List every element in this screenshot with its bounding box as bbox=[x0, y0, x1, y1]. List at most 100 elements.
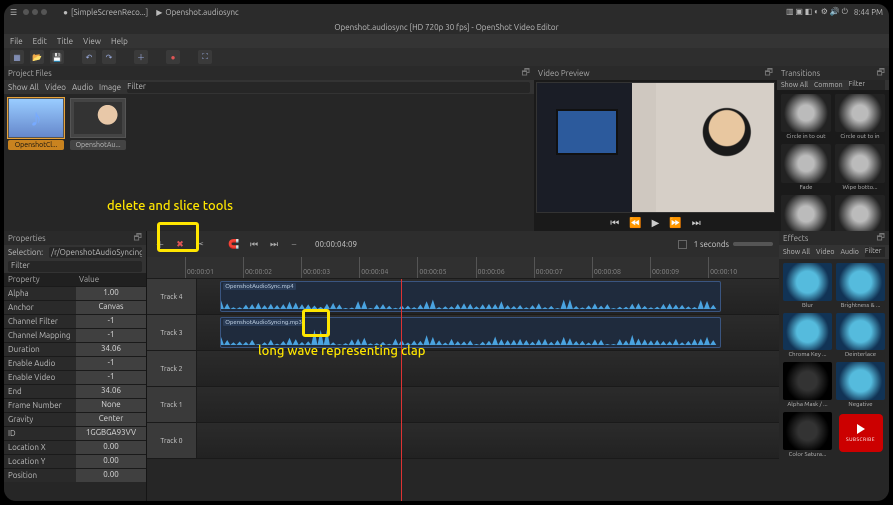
property-row[interactable]: Duration34.06 bbox=[4, 342, 146, 356]
timeline-track[interactable]: Track 0 bbox=[147, 423, 779, 459]
menu-edit[interactable]: Edit bbox=[33, 37, 47, 46]
property-row[interactable]: Position0.00 bbox=[4, 468, 146, 482]
snap-icon[interactable]: 🧲 bbox=[227, 237, 241, 251]
property-row[interactable]: AnchorCanvas bbox=[4, 300, 146, 314]
track-header[interactable]: Track 0 bbox=[147, 423, 197, 458]
panel-expand-icon[interactable]: 🗗 bbox=[877, 230, 885, 246]
filter-video[interactable]: Video bbox=[45, 83, 66, 92]
rewind-icon[interactable]: ⏪ bbox=[629, 217, 641, 229]
export-icon[interactable]: ● bbox=[166, 50, 180, 64]
property-row[interactable]: Location X0.00 bbox=[4, 440, 146, 454]
fx-audio[interactable]: Audio bbox=[840, 248, 858, 256]
undo-icon[interactable]: ↶ bbox=[82, 50, 96, 64]
property-row[interactable]: Alpha1.00 bbox=[4, 286, 146, 300]
property-row[interactable]: Channel Filter-1 bbox=[4, 314, 146, 328]
property-row[interactable]: End34.06 bbox=[4, 384, 146, 398]
transition-item[interactable]: Fade bbox=[781, 144, 831, 190]
filter-image[interactable]: Image bbox=[99, 83, 121, 92]
project-file-video[interactable]: OpenshotAu... bbox=[70, 98, 126, 150]
effect-item[interactable]: Negative bbox=[836, 362, 885, 408]
next-marker-icon[interactable]: ⏭ bbox=[267, 237, 281, 251]
redo-icon[interactable]: ↷ bbox=[102, 50, 116, 64]
filter-showall[interactable]: Show All bbox=[8, 83, 39, 92]
menu-file[interactable]: File bbox=[10, 37, 23, 46]
effect-item[interactable]: Deinterlace bbox=[836, 313, 885, 359]
timeline-track[interactable]: Track 1 bbox=[147, 387, 779, 423]
timeline-track[interactable]: Track 4 OpenshotAudioSync.mp4 bbox=[147, 279, 779, 315]
trans-showall[interactable]: Show All bbox=[781, 81, 808, 89]
track-header[interactable]: Track 1 bbox=[147, 387, 197, 422]
tray-icons[interactable]: ▥ ▣ ◧ ◐ ⚙ 🔊 ⏻ bbox=[786, 7, 848, 17]
filter-audio[interactable]: Audio bbox=[72, 83, 93, 92]
timeline-track[interactable]: Track 3OpenshotAudioSyncing.mp3 bbox=[147, 315, 779, 351]
property-row[interactable]: ID1GGBGA93VV bbox=[4, 426, 146, 440]
effect-item[interactable]: Chroma Key ... bbox=[783, 313, 832, 359]
track-header[interactable]: Track 4 bbox=[147, 279, 197, 314]
transition-item[interactable]: Circle in to out bbox=[781, 94, 831, 140]
effect-item[interactable]: Color Satura... bbox=[783, 412, 832, 458]
trans-filter[interactable]: Filter bbox=[849, 80, 885, 90]
play-icon[interactable]: ▶ bbox=[652, 217, 660, 229]
transitions-title: Transitions bbox=[781, 69, 820, 78]
main-toolbar: ▦ 📂 💾 ↶ ↷ ＋ ● ⛶ bbox=[4, 48, 889, 66]
subscribe-button[interactable]: SUBSCRIBE bbox=[839, 414, 883, 452]
track-header[interactable]: Track 2 bbox=[147, 351, 197, 386]
new-project-icon[interactable]: ▦ bbox=[10, 50, 24, 64]
fullscreen-icon[interactable]: ⛶ bbox=[198, 50, 212, 64]
panel-expand-icon[interactable]: 🗗 bbox=[522, 65, 530, 81]
task-openshot[interactable]: ▶Openshot.audiosync bbox=[156, 8, 239, 17]
fx-filter[interactable]: Filter bbox=[865, 247, 885, 257]
forward-icon[interactable]: ⏩ bbox=[669, 217, 681, 229]
panel-expand-icon[interactable]: 🗗 bbox=[765, 65, 773, 81]
effect-item[interactable]: Brightness & ... bbox=[836, 263, 885, 309]
prop-header-key: Property bbox=[4, 273, 75, 286]
property-row[interactable]: Enable Video-1 bbox=[4, 370, 146, 384]
menu-bar[interactable]: File Edit Title View Help bbox=[4, 34, 889, 48]
menu-title[interactable]: Title bbox=[57, 37, 73, 46]
jump-end-icon[interactable]: ⏭ bbox=[692, 217, 701, 229]
center-playhead-icon[interactable]: ⎯ bbox=[287, 237, 301, 251]
playhead[interactable] bbox=[401, 279, 402, 501]
fx-video[interactable]: Video bbox=[816, 248, 834, 256]
zoom-checkbox[interactable] bbox=[678, 240, 687, 249]
properties-filter[interactable]: Filter bbox=[8, 261, 142, 272]
fx-showall[interactable]: Show All bbox=[783, 248, 810, 256]
window-dots bbox=[23, 9, 47, 15]
video-preview[interactable] bbox=[536, 82, 775, 213]
zoom-label: 1 seconds bbox=[694, 240, 729, 249]
property-row[interactable]: Frame NumberNone bbox=[4, 398, 146, 412]
task-screenrec[interactable]: ●[SimpleScreenReco...] bbox=[63, 8, 148, 17]
import-icon[interactable]: ＋ bbox=[134, 50, 148, 64]
track-header[interactable]: Track 3 bbox=[147, 315, 197, 350]
filter-input[interactable]: Filter bbox=[127, 82, 530, 93]
annotation-tools-label: delete and slice tools bbox=[107, 199, 233, 213]
menu-view[interactable]: View bbox=[83, 37, 101, 46]
panel-expand-icon[interactable]: 🗗 bbox=[877, 65, 885, 81]
menu-icon[interactable]: ☰ bbox=[10, 8, 17, 17]
annotation-tools-box bbox=[157, 222, 199, 252]
property-row[interactable]: Location Y0.00 bbox=[4, 454, 146, 468]
properties-title: Properties bbox=[8, 234, 46, 243]
panel-expand-icon[interactable]: 🗗 bbox=[134, 230, 142, 246]
video-preview-title: Video Preview bbox=[538, 69, 590, 78]
property-row[interactable]: Enable Audio-1 bbox=[4, 356, 146, 370]
window-title: Openshot.audiosync [HD 720p 30 fps] - Op… bbox=[4, 20, 889, 34]
property-row[interactable]: Channel Mapping-1 bbox=[4, 328, 146, 342]
prev-marker-icon[interactable]: ⏮ bbox=[247, 237, 261, 251]
project-files-title: Project Files bbox=[8, 69, 52, 78]
menu-help[interactable]: Help bbox=[111, 37, 128, 46]
project-file-audio[interactable]: OpenshotCl... bbox=[8, 98, 64, 150]
effect-item[interactable]: Blur bbox=[783, 263, 832, 309]
transition-item[interactable]: Wipe botto... bbox=[835, 144, 885, 190]
timeline-clip[interactable]: OpenshotAudioSync.mp4 bbox=[220, 281, 721, 312]
jump-start-icon[interactable]: ⏮ bbox=[610, 217, 619, 229]
effect-item[interactable]: Alpha Mask / ... bbox=[783, 362, 832, 408]
property-row[interactable]: GravityCenter bbox=[4, 412, 146, 426]
save-icon[interactable]: 💾 bbox=[50, 50, 64, 64]
zoom-slider[interactable] bbox=[733, 242, 773, 246]
timeline-track[interactable]: Track 2 bbox=[147, 351, 779, 387]
selection-dropdown[interactable]: /r/OpenshotAudioSyncing. bbox=[49, 247, 142, 258]
transition-item[interactable]: Circle out to in bbox=[835, 94, 885, 140]
open-icon[interactable]: 📂 bbox=[30, 50, 44, 64]
trans-common[interactable]: Common bbox=[814, 81, 843, 89]
